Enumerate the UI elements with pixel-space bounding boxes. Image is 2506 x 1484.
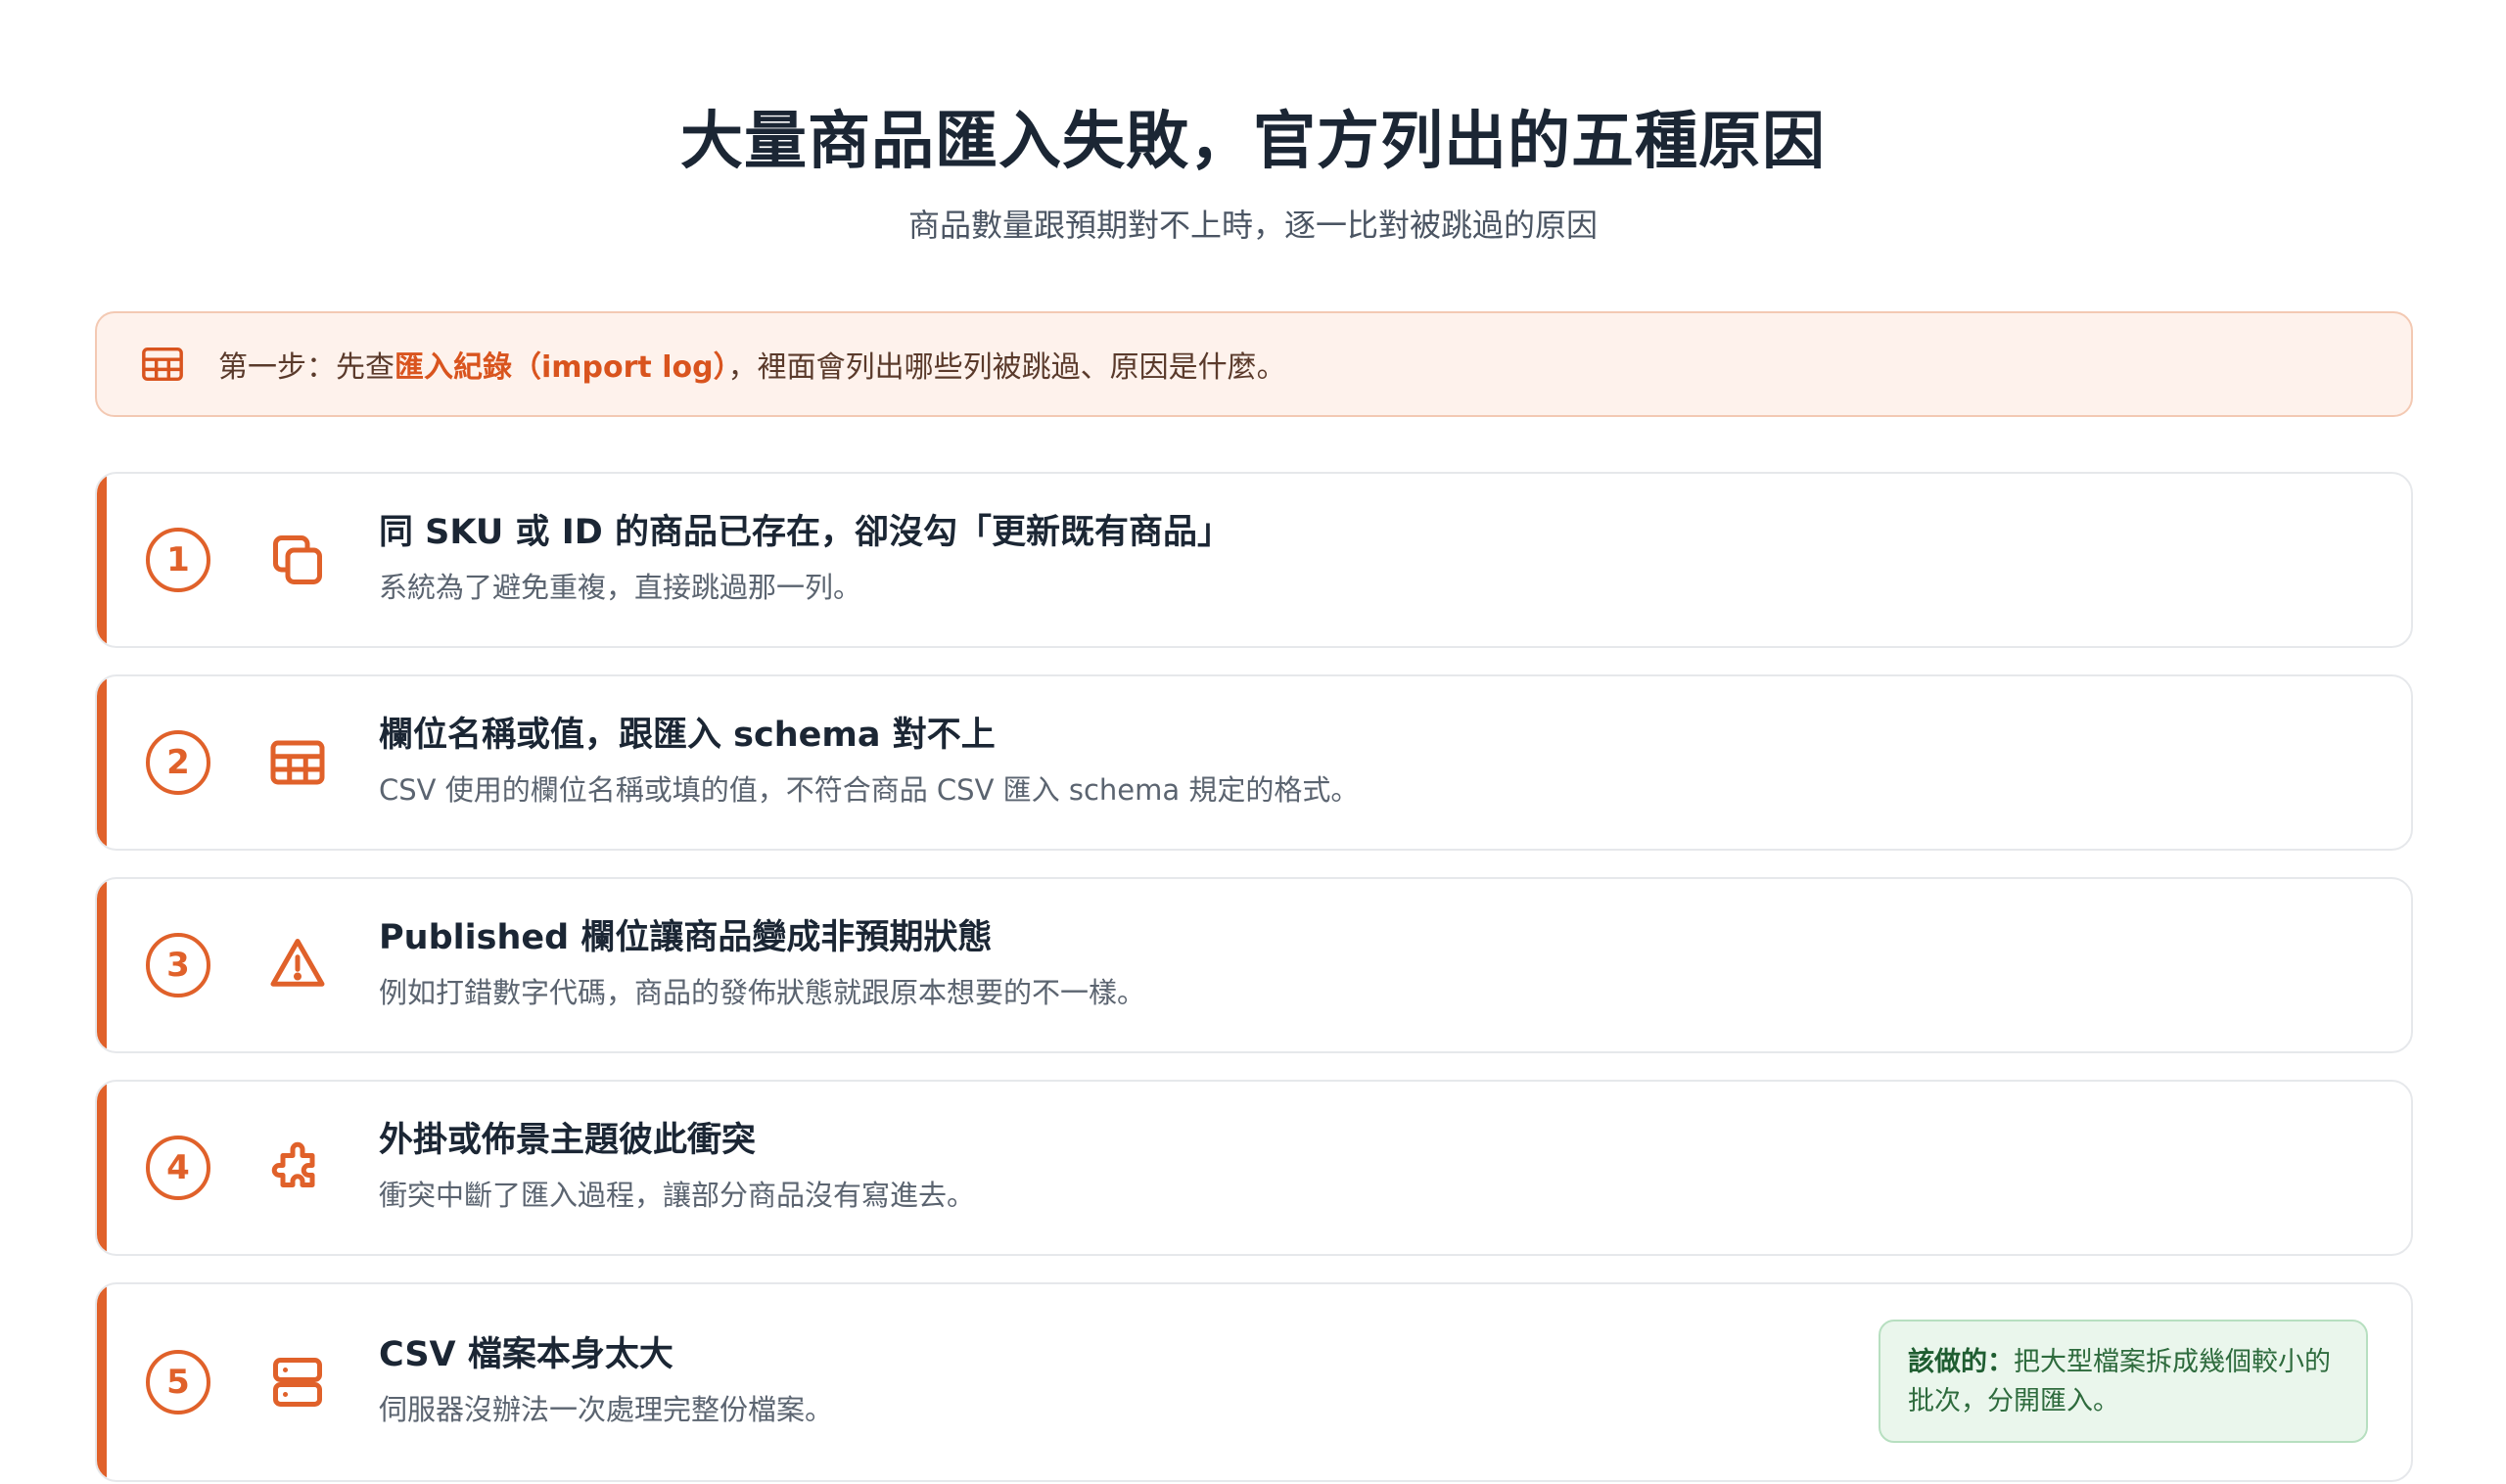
copy-icon <box>273 535 322 584</box>
notice-prefix: 第一步：先查 <box>218 350 394 385</box>
notice-suffix: ，裡面會列出哪些列被跳過、原因是什麼。 <box>727 350 1286 385</box>
reason-title: 外掛或佈景主題彼此衝突 <box>379 1121 757 1160</box>
reason-title: Published 欄位讓商品變成非預期狀態 <box>379 918 993 957</box>
reason-description: 例如打錯數字代碼，商品的發佈狀態就跟原本想要的不一樣。 <box>379 976 1146 1009</box>
reason-description: CSV 使用的欄位名稱或填的值，不符合商品 CSV 匯入 schema 規定的格… <box>379 773 1360 807</box>
card-accent-bar <box>97 879 107 1051</box>
reason-card-4: 4 外掛或佈景主題彼此衝突 衝突中斷了匯入過程，讓部分商品沒有寫進去。 <box>95 1080 2413 1256</box>
puzzle-icon <box>271 1141 315 1187</box>
reason-number: 4 <box>146 1136 210 1200</box>
reason-card-1: 1 同 SKU 或 ID 的商品已存在，卻沒勾「更新既有商品」 系統為了避免重複… <box>95 472 2413 648</box>
reason-card-2: 2 欄位名稱或值，跟匯入 schema 對不上 CSV 使用的欄位名稱或填的值，… <box>95 674 2413 851</box>
table-icon <box>270 740 325 785</box>
reason-number: 2 <box>146 730 210 795</box>
reason-title: CSV 檔案本身太大 <box>379 1335 673 1374</box>
reason-card-5: 5 CSV 檔案本身太大 伺服器沒辦法一次處理完整份檔案。 該做的：把大型檔案拆… <box>95 1282 2413 1482</box>
reason-title: 欄位名稱或值，跟匯入 schema 對不上 <box>379 716 996 755</box>
reason-card-3: 3 Published 欄位讓商品變成非預期狀態 例如打錯數字代碼，商品的發佈狀… <box>95 877 2413 1053</box>
import-log-notice: 第一步：先查匯入紀錄（import log），裡面會列出哪些列被跳過、原因是什麼… <box>95 311 2413 417</box>
reason-description: 系統為了避免重複，直接跳過那一列。 <box>379 571 862 604</box>
card-accent-bar <box>97 676 107 849</box>
reason-description: 衝突中斷了匯入過程，讓部分商品沒有寫進去。 <box>379 1179 976 1212</box>
reason-title: 同 SKU 或 ID 的商品已存在，卻沒勾「更新既有商品」 <box>379 513 1231 552</box>
notice-highlight: 匯入紀錄（import log） <box>394 350 728 385</box>
reason-number: 5 <box>146 1350 210 1414</box>
reason-number: 1 <box>146 528 210 592</box>
card-accent-bar <box>97 474 107 646</box>
warning-icon <box>270 939 325 987</box>
notice-text: 第一步：先查匯入紀錄（import log），裡面會列出哪些列被跳過、原因是什麼… <box>218 343 1286 386</box>
server-icon <box>273 1358 322 1407</box>
page: 大量商品匯入失敗，官方列出的五種原因 商品數量跟預期對不上時，逐一比對被跳過的原… <box>0 0 2506 1484</box>
reason-number: 3 <box>146 933 210 997</box>
card-accent-bar <box>97 1284 107 1480</box>
tip-box: 該做的：把大型檔案拆成幾個較小的批次，分開匯入。 <box>1879 1320 2368 1443</box>
reason-description: 伺服器沒辦法一次處理完整份檔案。 <box>379 1393 834 1426</box>
tip-label: 該做的： <box>1908 1347 2014 1377</box>
page-subtitle: 商品數量跟預期對不上時，逐一比對被跳過的原因 <box>907 207 1598 244</box>
page-title: 大量商品匯入失敗，官方列出的五種原因 <box>680 106 1826 178</box>
table-icon <box>142 347 183 382</box>
card-accent-bar <box>97 1082 107 1254</box>
